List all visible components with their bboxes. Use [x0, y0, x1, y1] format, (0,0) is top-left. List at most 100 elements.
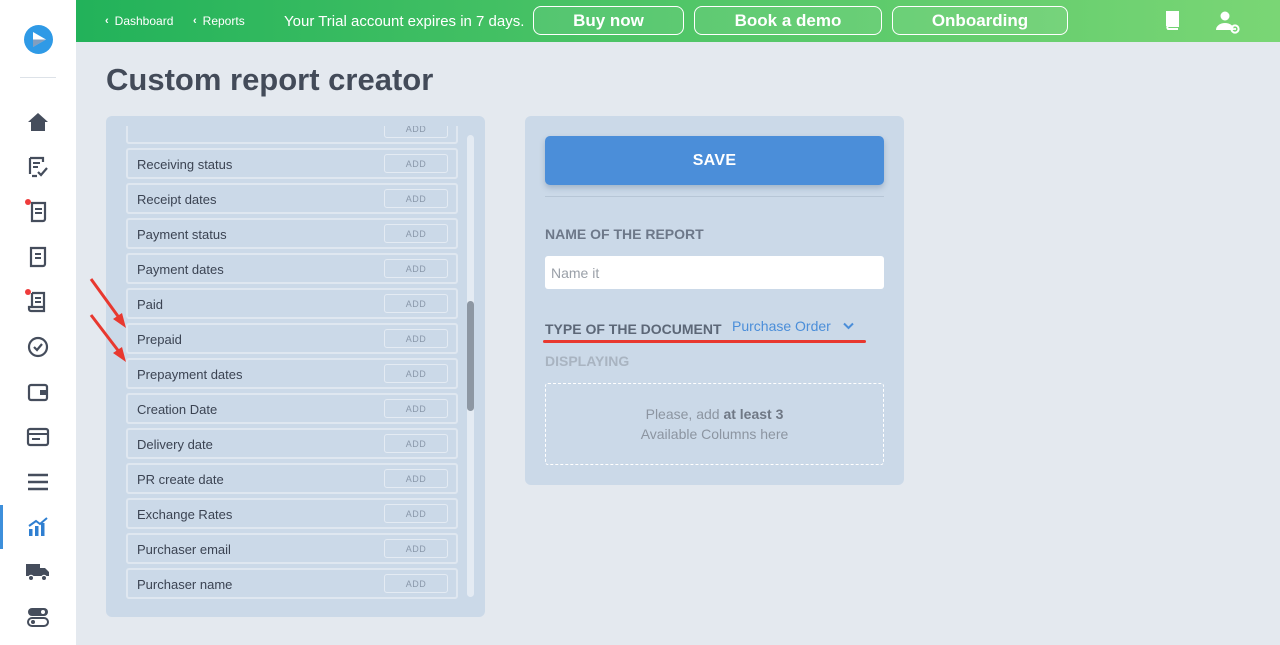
- buy-now-button[interactable]: Buy now: [533, 6, 684, 35]
- check-circle-icon: [27, 336, 49, 358]
- sidebar-item-approvals[interactable]: [0, 329, 76, 365]
- document-type-label: TYPE OF THE DOCUMENT: [545, 321, 722, 337]
- list-item: Purchaser email ADD: [126, 533, 458, 564]
- sidebar-item-document-alert[interactable]: [0, 194, 76, 230]
- column-label: Prepaid: [137, 332, 182, 347]
- add-button[interactable]: ADD: [384, 399, 448, 418]
- add-button[interactable]: ADD: [384, 294, 448, 313]
- breadcrumb-dashboard[interactable]: ‹ Dashboard: [105, 14, 173, 28]
- columns-list-inner: ADD Receiving status ADD Receipt dates ADD P…: [126, 126, 458, 603]
- wallet-icon: [27, 383, 49, 402]
- scrollbar-thumb[interactable]: [467, 301, 474, 411]
- chevron-left-icon: ‹: [105, 15, 109, 27]
- add-button[interactable]: ADD: [384, 259, 448, 278]
- highlight-underline: [543, 340, 866, 343]
- home-icon: [28, 113, 48, 131]
- column-label: Payment status: [137, 227, 227, 242]
- onboarding-button[interactable]: Onboarding: [892, 6, 1068, 35]
- column-label: Purchaser name: [137, 577, 233, 592]
- document-check-icon: [28, 156, 48, 178]
- columns-list[interactable]: ADD Receiving status ADD Receipt dates ADD P…: [126, 126, 458, 608]
- list-item: Receipt dates ADD: [126, 183, 458, 214]
- add-button[interactable]: ADD: [384, 329, 448, 348]
- report-name-input[interactable]: [545, 256, 884, 289]
- column-label: Purchaser email: [137, 542, 231, 557]
- top-bar: ‹ Dashboard ‹ Reports Your Trial account…: [76, 0, 1280, 42]
- drop-hint-prefix: Please, add: [645, 406, 724, 422]
- chart-icon: [28, 517, 48, 536]
- book-icon[interactable]: [1164, 10, 1180, 35]
- drop-hint-line2: Available Columns here: [640, 426, 789, 442]
- drop-hint-bold: at least 3: [723, 406, 784, 422]
- add-button[interactable]: ADD: [384, 504, 448, 523]
- app-logo[interactable]: [24, 25, 53, 54]
- list-item: Creation Date ADD: [126, 393, 458, 424]
- book-demo-button[interactable]: Book a demo: [694, 6, 882, 35]
- add-button[interactable]: ADD: [384, 364, 448, 383]
- notification-badge: [25, 199, 31, 205]
- list-item: Purchaser name ADD: [126, 568, 458, 599]
- add-button[interactable]: ADD: [384, 154, 448, 173]
- column-label: Payment dates: [137, 262, 224, 277]
- play-logo-icon: [33, 32, 46, 47]
- displaying-drop-zone[interactable]: Please, add at least 3 Available Columns…: [545, 383, 884, 465]
- column-label: Prepayment dates: [137, 367, 243, 382]
- list-item: Receiving status ADD: [126, 148, 458, 179]
- report-settings-panel: SAVE NAME OF THE REPORT TYPE OF THE DOCU…: [525, 116, 904, 485]
- list-item: Paid ADD: [126, 288, 458, 319]
- sidebar-item-home[interactable]: [0, 104, 76, 140]
- sidebar-item-receipt[interactable]: [0, 284, 76, 320]
- page-title: Custom report creator: [106, 62, 434, 97]
- list-item: Payment dates ADD: [126, 253, 458, 284]
- toggle-icon: [27, 608, 49, 627]
- sidebar-item-wallet[interactable]: [0, 374, 76, 410]
- breadcrumb-label: Reports: [202, 14, 245, 28]
- column-label: Creation Date: [137, 402, 218, 417]
- sidebar-item-settings[interactable]: [0, 599, 76, 635]
- chevron-left-icon: ‹: [193, 15, 197, 27]
- add-button[interactable]: ADD: [384, 469, 448, 488]
- user-settings-icon[interactable]: [1215, 10, 1241, 39]
- sidebar-item-menu[interactable]: [0, 464, 76, 500]
- column-label: Exchange Rates: [137, 507, 233, 522]
- sidebar-item-cards[interactable]: [0, 419, 76, 455]
- column-label: Receiving status: [137, 157, 233, 172]
- column-label: Delivery date: [137, 437, 213, 452]
- breadcrumb-reports[interactable]: ‹ Reports: [193, 14, 245, 28]
- save-button[interactable]: SAVE: [545, 136, 884, 185]
- add-button[interactable]: ADD: [384, 224, 448, 243]
- notification-badge: [25, 289, 31, 295]
- list-item: PR create date ADD: [126, 463, 458, 494]
- add-button[interactable]: ADD: [384, 126, 448, 138]
- add-button[interactable]: ADD: [384, 574, 448, 593]
- add-button[interactable]: ADD: [384, 434, 448, 453]
- column-label: Paid: [137, 297, 164, 312]
- report-name-label: NAME OF THE REPORT: [545, 226, 704, 242]
- annotation-arrows: [89, 278, 126, 362]
- add-button[interactable]: ADD: [384, 189, 448, 208]
- document-type-select[interactable]: Purchase Order: [732, 318, 854, 334]
- card-icon: [26, 427, 50, 447]
- breadcrumb-label: Dashboard: [114, 14, 174, 28]
- add-button[interactable]: ADD: [384, 539, 448, 558]
- list-item: Payment status ADD: [126, 218, 458, 249]
- divider: [545, 196, 884, 197]
- sidebar-item-document-check[interactable]: [0, 149, 76, 185]
- trial-notice: Your Trial account expires in 7 days.: [284, 13, 525, 30]
- chevron-down-icon: [843, 322, 854, 330]
- drop-hint-line1: Please, add at least 3: [646, 404, 784, 424]
- column-label: Receipt dates: [137, 192, 217, 207]
- sidebar: [0, 0, 76, 645]
- available-columns-panel: ADD Receiving status ADD Receipt dates ADD P…: [106, 116, 485, 617]
- document-icon: [29, 246, 47, 268]
- column-label: PR create date: [137, 472, 224, 487]
- displaying-label: DISPLAYING: [545, 353, 630, 369]
- sidebar-item-reports[interactable]: [0, 505, 76, 549]
- list-item: Prepaid ADD: [126, 323, 458, 354]
- sidebar-item-delivery[interactable]: [0, 554, 76, 590]
- scrollbar-track[interactable]: [467, 135, 474, 597]
- list-item: Prepayment dates ADD: [126, 358, 458, 389]
- list-item: ADD: [126, 126, 458, 144]
- list-item: Exchange Rates ADD: [126, 498, 458, 529]
- sidebar-item-document[interactable]: [0, 239, 76, 275]
